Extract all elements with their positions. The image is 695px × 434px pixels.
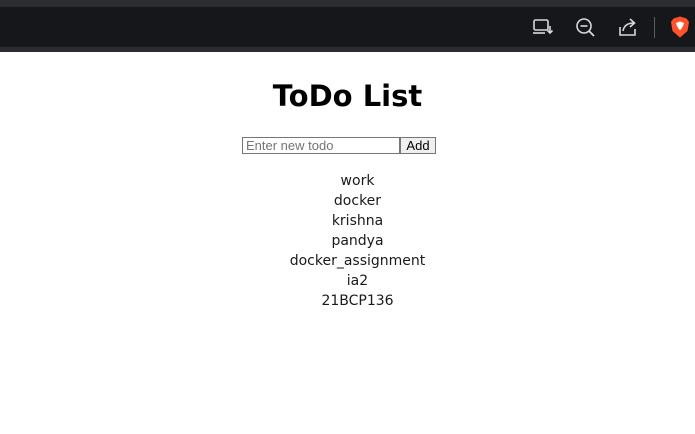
- add-button[interactable]: Add: [400, 137, 436, 154]
- browser-toolbar: [0, 0, 695, 52]
- list-item: pandya: [331, 233, 384, 249]
- list-item: docker: [333, 193, 382, 209]
- brave-shield-icon[interactable]: [668, 15, 690, 38]
- page-title: ToDo List: [272, 79, 423, 113]
- zoom-out-icon[interactable]: [574, 16, 596, 38]
- tab-strip: [0, 0, 695, 7]
- list-item: docker_assignment: [289, 253, 426, 269]
- todo-input[interactable]: [242, 137, 400, 154]
- list-item: krishna: [331, 213, 384, 229]
- page-content: ToDo List Add work docker krishna pandya…: [0, 52, 695, 434]
- todo-list: work docker krishna pandya docker_assign…: [0, 171, 695, 311]
- install-app-icon[interactable]: [532, 16, 554, 38]
- todo-form: Add: [242, 137, 436, 155]
- share-icon[interactable]: [617, 16, 639, 38]
- toolbar-separator: [654, 17, 655, 38]
- list-item: work: [340, 173, 375, 189]
- list-item: ia2: [346, 273, 369, 289]
- list-item: 21BCP136: [321, 293, 394, 309]
